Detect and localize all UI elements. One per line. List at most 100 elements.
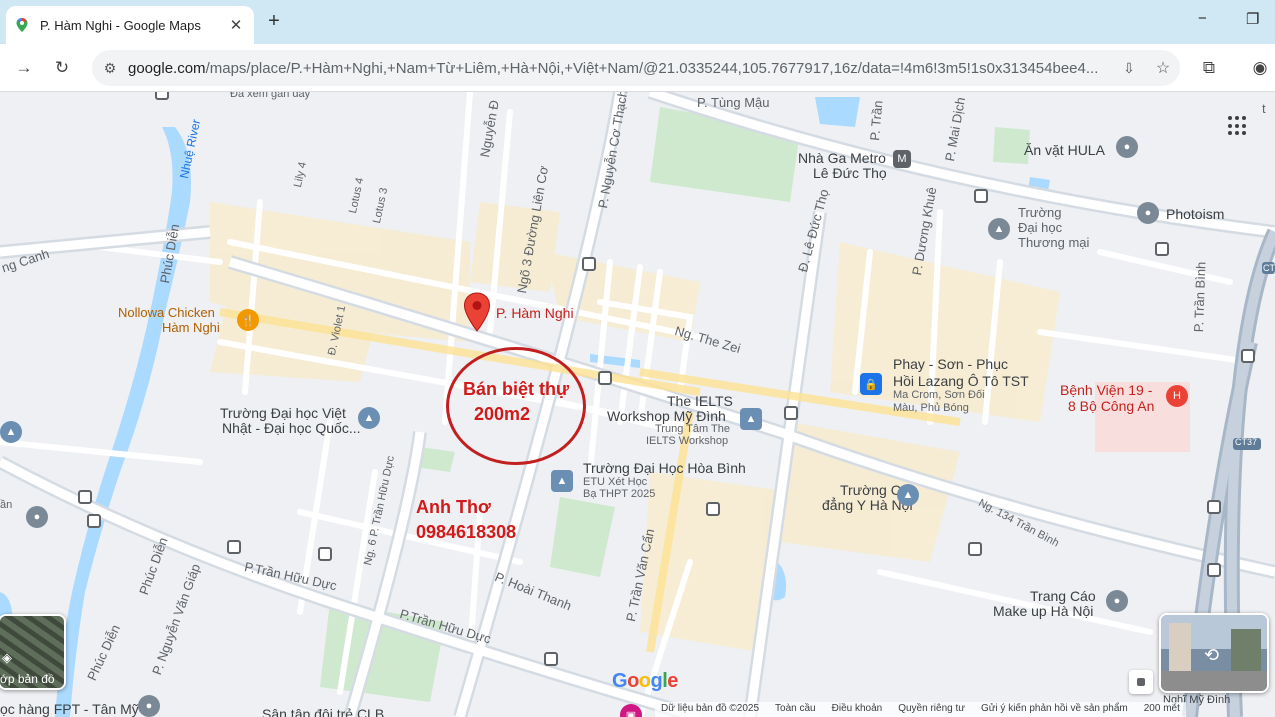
restore-button[interactable]: ❐ xyxy=(1246,10,1259,28)
bus-stop-icon[interactable] xyxy=(227,540,241,554)
bus-stop-icon[interactable] xyxy=(1241,349,1255,363)
bus-stop-icon[interactable] xyxy=(1207,563,1221,577)
bus-stop-icon[interactable] xyxy=(598,371,612,385)
bus-stop-icon[interactable] xyxy=(1155,242,1169,256)
place-viet-nhat-2[interactable]: Nhật - Đại học Quốc... xyxy=(222,420,361,436)
restaurant-icon[interactable]: 🍴 xyxy=(237,309,259,331)
bus-stop-icon[interactable] xyxy=(87,514,101,528)
bus-stop-icon[interactable] xyxy=(706,502,720,516)
place-ielts-sub-1: Trung Tâm The xyxy=(655,423,730,435)
minimize-button[interactable]: − xyxy=(1198,10,1207,27)
place-ielts-1[interactable]: The IELTS xyxy=(667,393,733,409)
place-an-vat-hula[interactable]: Ăn vặt HULA xyxy=(1024,142,1105,158)
place-benh-vien-1[interactable]: Bệnh Viện 19 - xyxy=(1060,382,1152,398)
place-fpt[interactable]: ọc hàng FPT - Tân Mỹ xyxy=(0,701,139,717)
bus-stop-icon[interactable] xyxy=(78,490,92,504)
footer-map-data: Dữ liệu bản đồ ©2025 xyxy=(661,703,760,714)
seen-recently-label: Đã xem gần đây xyxy=(230,92,311,100)
place-viet-nhat-1[interactable]: Trường Đại học Việt xyxy=(220,405,346,421)
new-tab-button[interactable]: + xyxy=(262,10,286,33)
reload-icon[interactable]: ↻ xyxy=(50,56,74,80)
address-bar[interactable]: ⚙ google.com/maps/place/P.+Hàm+Nghi,+Nam… xyxy=(92,50,1180,86)
place-trang-cao-1[interactable]: Trang Cáo xyxy=(1030,588,1096,604)
bookmark-star-icon[interactable]: ☆ xyxy=(1146,58,1180,78)
layers-icon: ◈ xyxy=(2,650,12,665)
hoa-binh-school-icon[interactable]: ▲ xyxy=(551,470,573,492)
layers-label: ớp bản đồ xyxy=(0,672,55,686)
footer-scale[interactable]: 200 mét xyxy=(1144,703,1180,716)
footer-terms[interactable]: Điều khoản xyxy=(832,703,883,716)
shopping-lock-icon[interactable]: 🔒 xyxy=(860,373,882,395)
cao-dang-school-icon[interactable]: ▲ xyxy=(897,484,919,506)
pin-label[interactable]: P. Hàm Nghi xyxy=(496,305,574,321)
left-marker-icon[interactable]: ● xyxy=(26,506,48,528)
square-icon xyxy=(1137,678,1145,686)
extensions-icon[interactable]: ⧉ xyxy=(1197,56,1221,80)
tab-close-icon[interactable]: ✕ xyxy=(226,16,246,34)
bus-stop-icon[interactable] xyxy=(318,547,332,561)
place-marker-icon[interactable]: ● xyxy=(1116,136,1138,158)
footer-feedback[interactable]: Gửi ý kiến phản hồi về sản phẩm xyxy=(981,703,1128,716)
bus-stop-icon[interactable] xyxy=(1207,500,1221,514)
layers-button[interactable]: ◈ ớp bản đồ xyxy=(0,614,66,690)
highway-ct-shield: CT xyxy=(1263,263,1275,273)
place-nollowa-2[interactable]: Hàm Nghi xyxy=(162,320,220,336)
place-benh-vien-2[interactable]: 8 Bộ Công An xyxy=(1068,398,1154,414)
highway-ct37-shield: CT37 xyxy=(1235,437,1258,447)
place-trang-cao-2[interactable]: Make up Hà Nội xyxy=(993,603,1093,619)
annotation-contact-name: Anh Thơ xyxy=(416,497,491,517)
bus-stop-icon[interactable] xyxy=(544,652,558,666)
street-view-thumbnail[interactable]: ⟲ xyxy=(1159,613,1269,693)
place-phay-son-1[interactable]: Phay - Sơn - Phục xyxy=(893,356,1008,372)
forward-icon[interactable]: → xyxy=(12,56,36,80)
photoism-marker-icon[interactable]: ● xyxy=(1137,202,1159,224)
location-pin-icon[interactable] xyxy=(463,292,491,332)
apps-grid-icon[interactable] xyxy=(1228,116,1248,136)
place-left-cut: ần xyxy=(0,499,13,511)
place-nollowa-1[interactable]: Nollowa Chicken xyxy=(118,305,215,321)
url-text[interactable]: google.com/maps/place/P.+Hàm+Nghi,+Nam+T… xyxy=(128,60,1112,77)
place-thuong-mai-1[interactable]: Trường xyxy=(1018,205,1061,221)
footer-privacy[interactable]: Quyền riêng tư xyxy=(898,703,965,716)
ielts-school-icon[interactable]: ▲ xyxy=(740,408,762,430)
tab-title: P. Hàm Nghi - Google Maps xyxy=(40,17,201,33)
trang-cao-marker-icon[interactable]: ● xyxy=(1106,590,1128,612)
site-info-icon[interactable]: ⚙ xyxy=(92,60,128,77)
place-photoism[interactable]: Photoism xyxy=(1166,206,1224,222)
place-right-cut: t xyxy=(1262,101,1266,116)
pegman-button[interactable] xyxy=(1129,670,1153,694)
school-icon[interactable]: ▲ xyxy=(988,218,1010,240)
place-thuong-mai-2[interactable]: Đại học xyxy=(1018,220,1062,236)
place-hoa-binh[interactable]: Trường Đại Học Hòa Bình xyxy=(583,460,746,476)
hospital-icon[interactable]: H xyxy=(1166,385,1188,407)
place-metro-line1[interactable]: Nhà Ga Metro xyxy=(798,150,886,166)
street-tung-mau: P. Tùng Mậu xyxy=(697,95,770,110)
annotation-contact-phone: 0984618308 xyxy=(416,522,517,542)
footer-global[interactable]: Toàn cầu xyxy=(775,703,816,716)
bus-stop-icon[interactable] xyxy=(582,257,596,271)
annotation-offer-line1: Bán biệt thự xyxy=(463,379,570,399)
bus-stop-icon[interactable] xyxy=(155,92,169,100)
install-app-icon[interactable]: ⇩ xyxy=(1112,60,1146,77)
bus-stop-icon[interactable] xyxy=(968,542,982,556)
place-ielts-2[interactable]: Workshop Mỹ Đình xyxy=(607,408,726,424)
place-san-tap[interactable]: Sân tập đội trẻ CLB xyxy=(262,706,384,717)
map-canvas[interactable]: P. Tùng Mậu P. Nguyễn Cơ Thạch Ngõ 3 Đườ… xyxy=(0,92,1275,717)
place-phay-son-2[interactable]: Hồi Lazang Ô Tô TST xyxy=(893,373,1029,389)
fpt-marker-icon[interactable]: ● xyxy=(138,695,160,717)
place-thuong-mai-3[interactable]: Thương mại xyxy=(1018,235,1089,251)
tab-strip: P. Hàm Nghi - Google Maps ✕ + − ❐ xyxy=(0,0,1275,44)
metro-station-icon[interactable]: M xyxy=(893,150,911,168)
bus-stop-icon[interactable] xyxy=(784,406,798,420)
profile-icon[interactable]: ◉ xyxy=(1248,56,1272,80)
place-metro-line2[interactable]: Lê Đức Thọ xyxy=(813,165,887,181)
annotation-offer-line2: 200m2 xyxy=(474,404,531,424)
tab-google-maps[interactable]: P. Hàm Nghi - Google Maps ✕ xyxy=(6,6,254,44)
bus-stop-icon[interactable] xyxy=(974,189,988,203)
google-logo: Google xyxy=(612,670,678,692)
rotate-360-icon: ⟲ xyxy=(1204,645,1220,665)
map-footer: Dữ liệu bản đồ ©2025 Toàn cầu Điều khoản… xyxy=(655,702,1186,717)
browser-toolbar: → ↻ ⚙ google.com/maps/place/P.+Hàm+Nghi,… xyxy=(0,44,1275,92)
left-school-icon[interactable]: ▲ xyxy=(0,421,22,443)
viet-nhat-school-icon[interactable]: ▲ xyxy=(358,407,380,429)
